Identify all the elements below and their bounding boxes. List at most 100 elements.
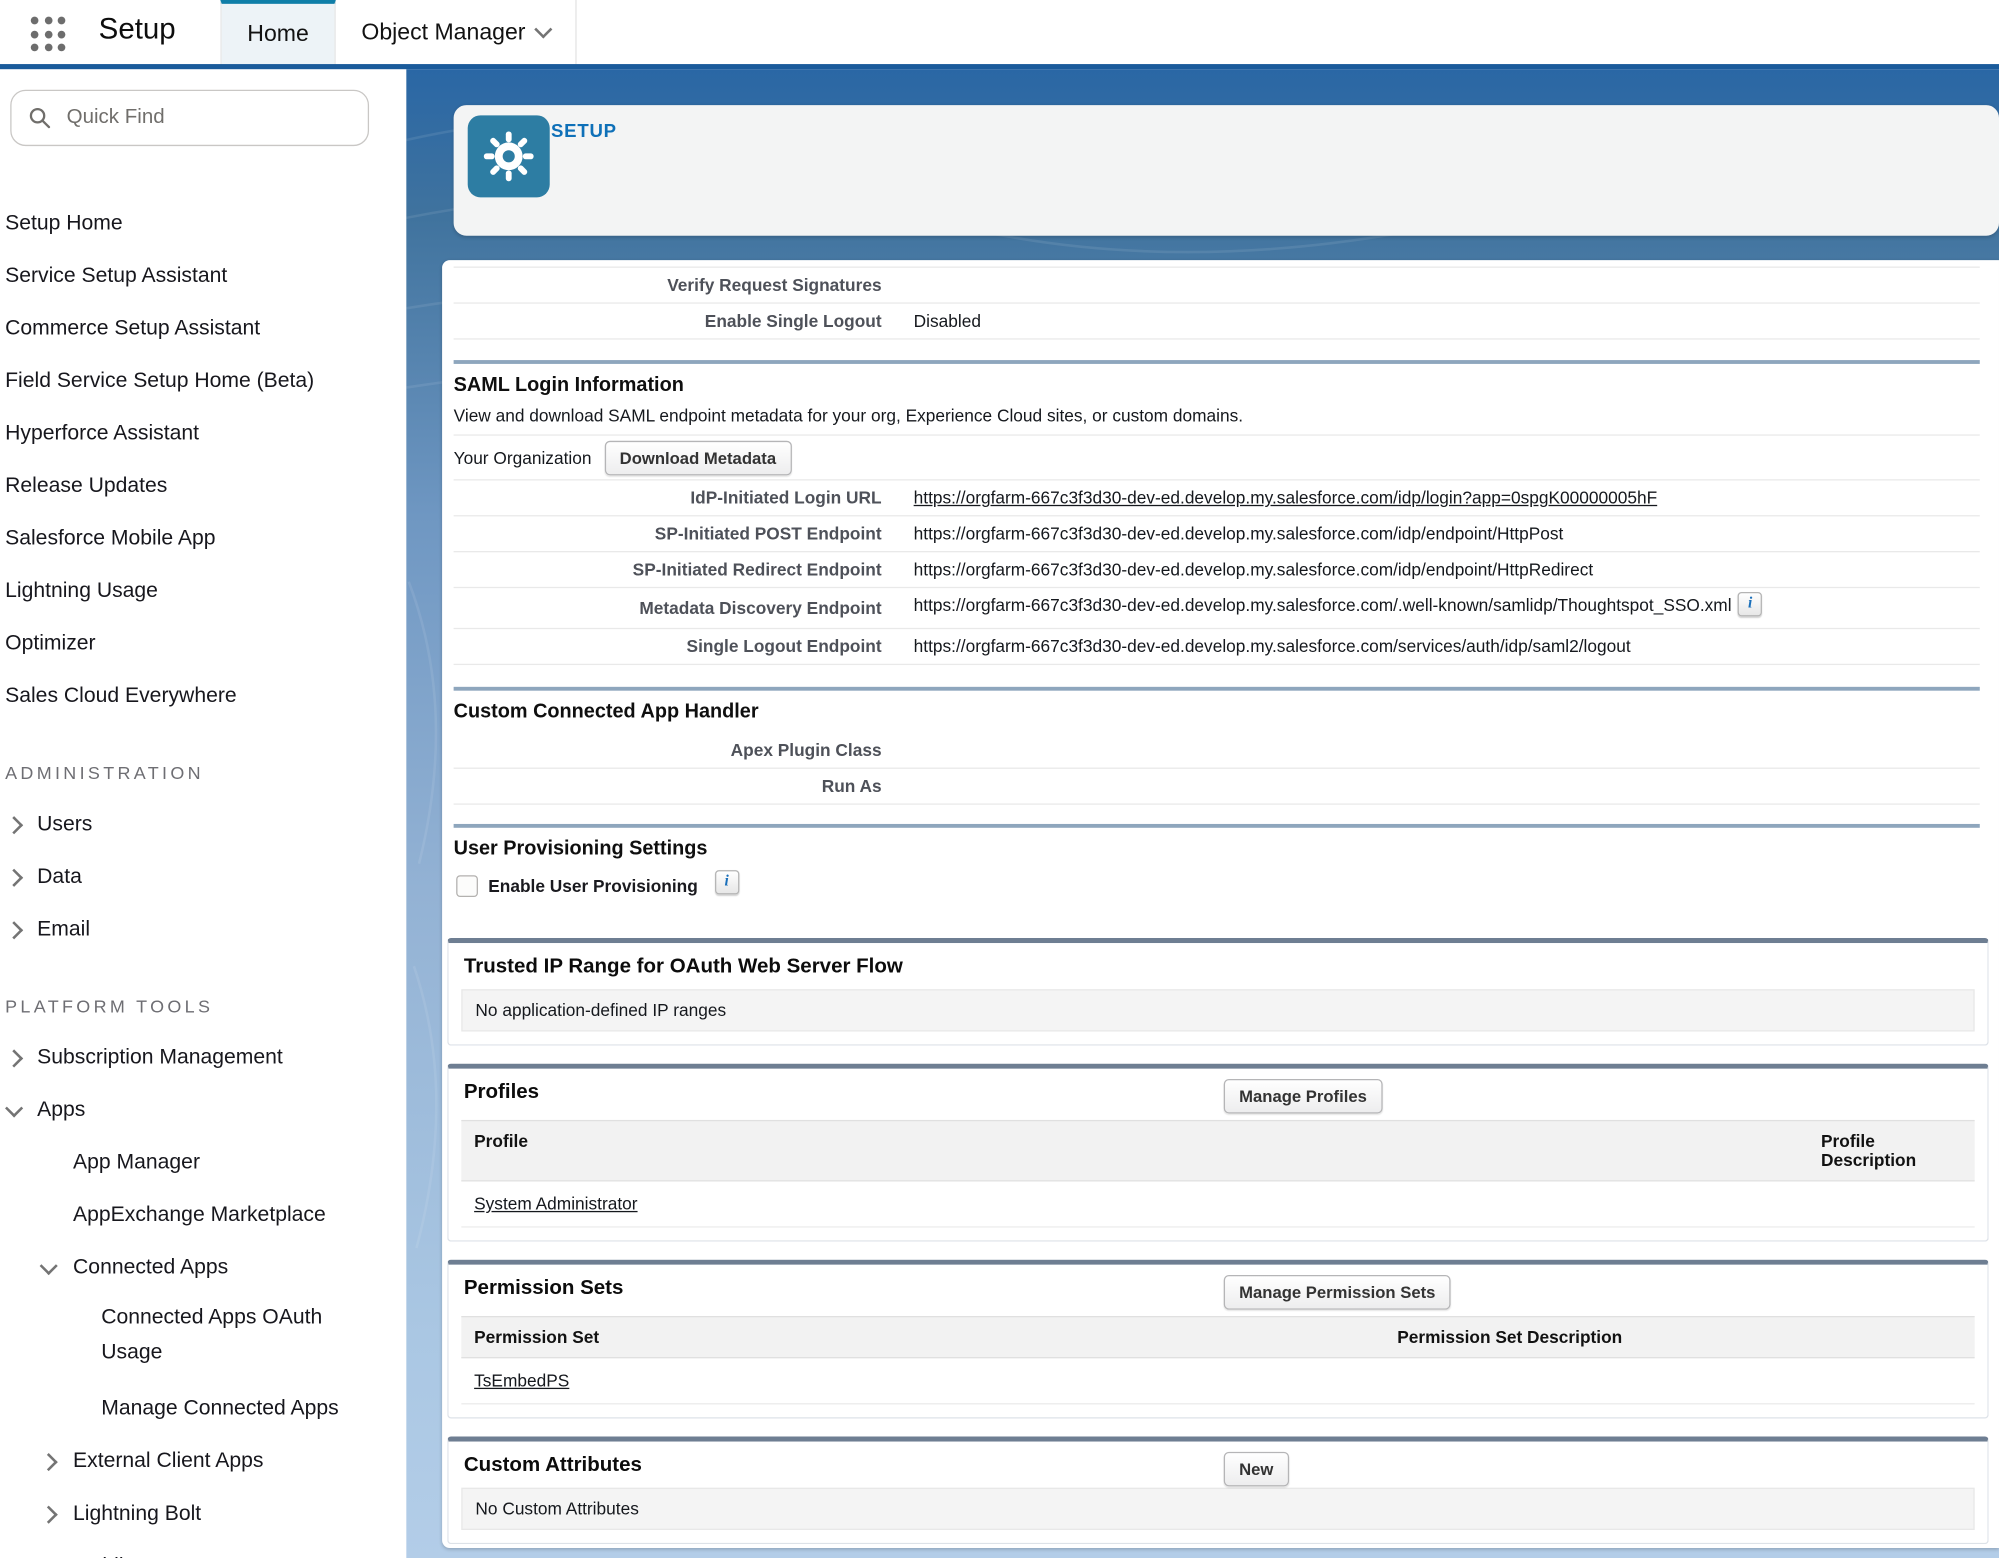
tab-home[interactable]: Home xyxy=(220,0,335,64)
info-icon[interactable]: i xyxy=(714,870,738,894)
sidebar-item-manage-connected-apps[interactable]: Manage Connected Apps xyxy=(0,1383,406,1436)
detail-row-idp-login-url: IdP-Initiated Login URL https://orgfarm-… xyxy=(454,481,1980,517)
page-title: SETUP xyxy=(551,122,617,143)
sidebar-item-external-client-apps[interactable]: External Client Apps xyxy=(0,1435,406,1488)
permission-set-link[interactable]: TsEmbedPS xyxy=(474,1371,569,1390)
tabs-divider xyxy=(575,0,576,64)
download-metadata-button[interactable]: Download Metadata xyxy=(604,440,791,475)
settings-detail-card: Verify Request Signatures Enable Single … xyxy=(442,260,1999,1548)
detail-row-verify-request-signatures: Verify Request Signatures xyxy=(454,268,1980,304)
salesforce-setup-app: Setup Home Object Manager Setup Home Ser… xyxy=(0,0,1999,1558)
sidebar-item-subscription-management[interactable]: Subscription Management xyxy=(0,1032,406,1085)
trusted-ip-title: Trusted IP Range for OAuth Web Server Fl… xyxy=(448,943,1987,989)
sidebar-item-commerce-setup-assistant[interactable]: Commerce Setup Assistant xyxy=(0,302,406,355)
detail-row-sp-redirect-endpoint: SP-Initiated Redirect Endpoint https://o… xyxy=(454,552,1980,588)
enable-user-provisioning-label: Enable User Provisioning xyxy=(488,876,698,895)
global-header: Setup Home Object Manager xyxy=(0,0,1999,64)
profiles-title: Profiles xyxy=(448,1069,1987,1115)
page-header-banner: SETUP xyxy=(454,105,1999,236)
profiles-table: Profile Profile Description System Admin… xyxy=(461,1120,1974,1228)
tab-object-manager[interactable]: Object Manager xyxy=(336,0,576,64)
setup-sidebar: Setup Home Service Setup Assistant Comme… xyxy=(0,69,406,1558)
gear-icon xyxy=(482,129,536,183)
sidebar-item-release-updates[interactable]: Release Updates xyxy=(0,460,406,513)
sidebar-item-app-manager[interactable]: App Manager xyxy=(0,1137,406,1190)
chevron-right-icon xyxy=(5,816,23,834)
profile-link[interactable]: System Administrator xyxy=(474,1194,637,1213)
sidebar-item-lightning-bolt[interactable]: Lightning Bolt xyxy=(0,1488,406,1541)
app-launcher-icon[interactable] xyxy=(31,17,67,53)
setup-nav: Setup Home Service Setup Assistant Comme… xyxy=(0,197,406,1558)
setup-gear-tile xyxy=(468,115,550,197)
sidebar-item-optimizer[interactable]: Optimizer xyxy=(0,618,406,671)
sidebar-item-service-setup-assistant[interactable]: Service Setup Assistant xyxy=(0,250,406,303)
chevron-right-icon xyxy=(40,1452,58,1470)
header-accent-bar xyxy=(0,64,1999,69)
detail-row-apex-plugin-class: Apex Plugin Class xyxy=(454,733,1980,769)
permission-sets-title: Permission Sets xyxy=(448,1265,1987,1311)
sidebar-section-platform-tools: PLATFORM TOOLS xyxy=(0,979,406,1032)
header-tabs: Home Object Manager xyxy=(220,0,576,64)
trusted-ip-empty-message: No application-defined IP ranges xyxy=(461,989,1974,1031)
sidebar-item-data[interactable]: Data xyxy=(0,851,406,904)
sidebar-item-mobile-apps[interactable]: Mobile Apps xyxy=(0,1540,406,1558)
detail-row-sp-post-endpoint: SP-Initiated POST Endpoint https://orgfa… xyxy=(454,516,1980,552)
table-row: TsEmbedPS xyxy=(461,1358,1974,1404)
your-organization-label: Your Organization xyxy=(454,448,592,467)
sidebar-item-field-service-setup-home[interactable]: Field Service Setup Home (Beta) xyxy=(0,355,406,408)
detail-row-metadata-discovery-endpoint: Metadata Discovery Endpoint https://orgf… xyxy=(454,588,1980,629)
custom-attributes-empty-message: No Custom Attributes xyxy=(461,1488,1974,1530)
chevron-down-icon xyxy=(5,1099,23,1117)
permission-sets-section: Permission Sets Manage Permission Sets P… xyxy=(447,1260,1989,1419)
chevron-right-icon xyxy=(5,1049,23,1067)
section-divider xyxy=(454,360,1980,364)
detail-row-single-logout-endpoint: Single Logout Endpoint https://orgfarm-6… xyxy=(454,629,1980,665)
profiles-table-header: Profile Profile Description xyxy=(461,1120,1974,1182)
enable-user-provisioning-row: Enable User Provisioning i xyxy=(456,874,1980,898)
table-row: System Administrator xyxy=(461,1181,1974,1227)
sidebar-item-apps[interactable]: Apps xyxy=(0,1084,406,1137)
new-custom-attribute-button[interactable]: New xyxy=(1224,1452,1289,1487)
section-divider xyxy=(454,687,1980,691)
chevron-down-icon xyxy=(40,1256,58,1274)
your-organization-row: Your Organization Download Metadata xyxy=(454,434,1980,480)
handler-section-title: Custom Connected App Handler xyxy=(454,701,1980,724)
custom-attributes-section: Custom Attributes New No Custom Attribut… xyxy=(447,1436,1989,1544)
sidebar-item-users[interactable]: Users xyxy=(0,798,406,851)
sidebar-item-sales-cloud-everywhere[interactable]: Sales Cloud Everywhere xyxy=(0,670,406,723)
manage-permission-sets-button[interactable]: Manage Permission Sets xyxy=(1224,1275,1451,1310)
sidebar-item-appexchange-marketplace[interactable]: AppExchange Marketplace xyxy=(0,1189,406,1242)
chevron-right-icon xyxy=(40,1505,58,1523)
idp-login-url-link[interactable]: https://orgfarm-667c3f3d30-dev-ed.develo… xyxy=(914,488,1658,507)
section-divider xyxy=(454,824,1980,828)
detail-row-enable-single-logout: Enable Single Logout Disabled xyxy=(454,304,1980,340)
detail-row-run-as: Run As xyxy=(454,769,1980,805)
trusted-ip-section: Trusted IP Range for OAuth Web Server Fl… xyxy=(447,938,1989,1046)
sidebar-section-administration: ADMINISTRATION xyxy=(0,746,406,799)
tab-object-manager-label: Object Manager xyxy=(361,19,525,46)
main-stage: SETUP Verify Request Signatures Enable S… xyxy=(406,69,1999,1558)
info-icon[interactable]: i xyxy=(1738,592,1762,616)
permission-sets-table-header: Permission Set Permission Set Descriptio… xyxy=(461,1316,1974,1358)
sidebar-item-setup-home[interactable]: Setup Home xyxy=(0,197,406,250)
profiles-section: Profiles Manage Profiles Profile Profile… xyxy=(447,1064,1989,1242)
enable-user-provisioning-checkbox[interactable] xyxy=(456,875,478,897)
search-icon xyxy=(28,106,51,129)
handler-rows: Apex Plugin Class Run As xyxy=(454,733,1980,805)
quick-find-box xyxy=(10,90,369,146)
app-title: Setup xyxy=(99,12,176,47)
sidebar-item-email[interactable]: Email xyxy=(0,903,406,956)
manage-profiles-button[interactable]: Manage Profiles xyxy=(1224,1079,1383,1114)
quick-find-input[interactable] xyxy=(64,105,351,131)
saml-endpoint-rows: IdP-Initiated Login URL https://orgfarm-… xyxy=(454,481,1980,666)
chevron-down-icon xyxy=(534,20,552,38)
saml-section-title: SAML Login Information xyxy=(454,374,1980,397)
chevron-right-icon xyxy=(5,868,23,886)
sidebar-item-connected-apps-oauth-usage[interactable]: Connected Apps OAuth Usage xyxy=(0,1294,377,1382)
sidebar-item-salesforce-mobile-app[interactable]: Salesforce Mobile App xyxy=(0,513,406,566)
custom-attributes-title: Custom Attributes xyxy=(448,1442,1987,1488)
sidebar-item-connected-apps[interactable]: Connected Apps xyxy=(0,1242,406,1295)
tab-home-label: Home xyxy=(247,21,309,48)
sidebar-item-lightning-usage[interactable]: Lightning Usage xyxy=(0,565,406,618)
sidebar-item-hyperforce-assistant[interactable]: Hyperforce Assistant xyxy=(0,407,406,460)
